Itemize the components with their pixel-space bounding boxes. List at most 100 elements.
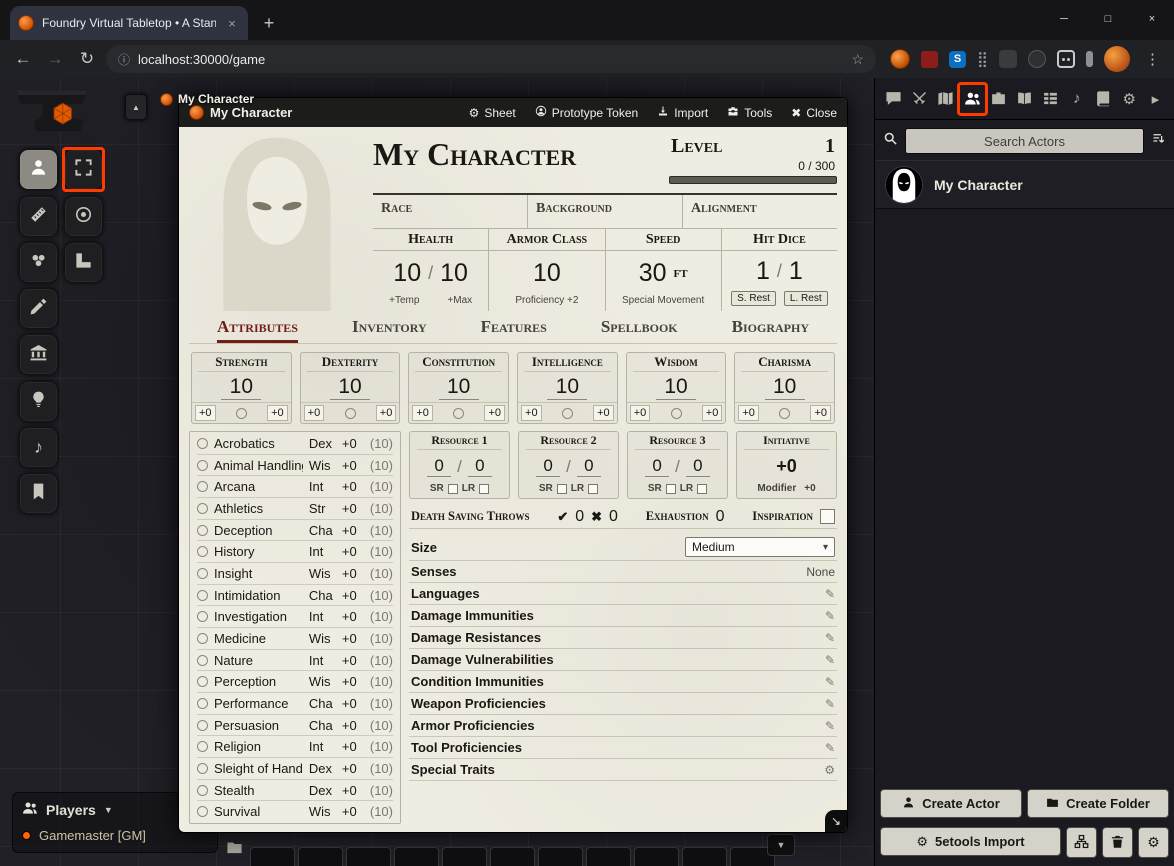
browser-tab[interactable]: Foundry Virtual Tabletop • A Stan × bbox=[10, 6, 248, 40]
character-portrait[interactable] bbox=[189, 129, 365, 311]
special-movement-label[interactable]: Special Movement bbox=[622, 295, 704, 306]
new-tab-button[interactable]: + bbox=[254, 8, 284, 38]
skill-name[interactable]: History bbox=[214, 544, 303, 559]
save-proficiency-toggle[interactable] bbox=[236, 408, 247, 419]
speed-value[interactable]: 30 bbox=[639, 259, 667, 288]
death-success-count[interactable]: 0 bbox=[575, 508, 584, 526]
skill-name[interactable]: Sleight of Hand bbox=[214, 761, 303, 776]
save-proficiency-toggle[interactable] bbox=[779, 408, 790, 419]
extension-slim-icon[interactable] bbox=[1086, 51, 1093, 67]
skill-proficiency-toggle[interactable] bbox=[197, 741, 208, 752]
extension-recorder-icon[interactable] bbox=[1057, 50, 1075, 68]
skill-proficiency-toggle[interactable] bbox=[197, 611, 208, 622]
sort-icon[interactable] bbox=[1151, 131, 1166, 151]
long-rest-button[interactable]: L. Rest bbox=[784, 291, 828, 306]
site-info-icon[interactable]: ⓘ bbox=[118, 51, 130, 68]
tab-journal[interactable] bbox=[1012, 85, 1037, 113]
macro-slot[interactable] bbox=[634, 847, 679, 866]
reload-button[interactable]: ↻ bbox=[74, 46, 100, 72]
import-button[interactable]: Import bbox=[657, 105, 708, 120]
tools-button[interactable]: Tools bbox=[727, 105, 772, 120]
create-folder-button[interactable]: Create Folder bbox=[1027, 789, 1169, 818]
tab-playlists[interactable]: ♪ bbox=[1064, 85, 1089, 113]
skill-row[interactable]: Arcana Int +0 (10) bbox=[197, 476, 393, 498]
config-gear-icon[interactable]: ⚙ bbox=[824, 763, 835, 777]
skill-name[interactable]: Animal Handling bbox=[214, 458, 303, 473]
profile-avatar[interactable] bbox=[1104, 46, 1130, 72]
macro-slot[interactable] bbox=[490, 847, 535, 866]
ability-score[interactable]: 10 bbox=[439, 372, 479, 400]
skill-row[interactable]: Survival Wis +0 (10) bbox=[197, 801, 393, 822]
skill-row[interactable]: Investigation Int +0 (10) bbox=[197, 606, 393, 628]
tab-biography[interactable]: Biography bbox=[732, 317, 809, 343]
short-rest-button[interactable]: S. Rest bbox=[731, 291, 776, 306]
resource-name[interactable]: Resource 1 bbox=[417, 432, 502, 450]
lr-checkbox[interactable] bbox=[588, 484, 598, 494]
ability-score[interactable]: 10 bbox=[330, 372, 370, 400]
edit-icon[interactable]: ✎ bbox=[825, 609, 835, 623]
tab-items[interactable] bbox=[986, 85, 1011, 113]
hotbar-collapse-button[interactable]: ▼ bbox=[767, 834, 795, 856]
save-proficiency-toggle[interactable] bbox=[453, 408, 464, 419]
ability-score[interactable]: 10 bbox=[547, 372, 587, 400]
resource-name[interactable]: Resource 3 bbox=[635, 432, 720, 450]
skill-name[interactable]: Intimidation bbox=[214, 588, 303, 603]
skill-proficiency-toggle[interactable] bbox=[197, 785, 208, 796]
extension-grid-icon[interactable]: ⣿ bbox=[977, 52, 988, 67]
minimize-button[interactable]: ─ bbox=[1042, 0, 1086, 38]
window-titlebar[interactable]: My Character ⚙ Sheet Prototype Token Imp… bbox=[179, 98, 847, 127]
resource-value[interactable]: 0 bbox=[536, 456, 560, 477]
drawing-controls-button[interactable] bbox=[19, 288, 58, 329]
skill-proficiency-toggle[interactable] bbox=[197, 655, 208, 666]
skill-row[interactable]: Deception Cha +0 (10) bbox=[197, 520, 393, 542]
skill-name[interactable]: Arcana bbox=[214, 479, 303, 494]
sr-checkbox[interactable] bbox=[557, 484, 567, 494]
macro-slot[interactable] bbox=[346, 847, 391, 866]
dock-collapse-button[interactable]: ▲ bbox=[125, 94, 147, 120]
save-proficiency-toggle[interactable] bbox=[345, 408, 356, 419]
initiative-label[interactable]: Initiative bbox=[744, 432, 829, 450]
ability-name[interactable]: Constitution bbox=[415, 353, 502, 372]
close-window-button[interactable]: × bbox=[1130, 0, 1174, 38]
hp-current[interactable]: 10 bbox=[393, 259, 421, 288]
wall-controls-button[interactable] bbox=[19, 334, 58, 375]
hit-dice-current[interactable]: 1 bbox=[756, 257, 770, 286]
search-actors-input[interactable] bbox=[905, 128, 1144, 154]
skill-row[interactable]: Intimidation Cha +0 (10) bbox=[197, 585, 393, 607]
edit-icon[interactable]: ✎ bbox=[825, 587, 835, 601]
resource-max[interactable]: 0 bbox=[468, 456, 492, 477]
forward-button[interactable]: → bbox=[42, 46, 68, 72]
skill-proficiency-toggle[interactable] bbox=[197, 481, 208, 492]
hp-max[interactable]: 10 bbox=[440, 259, 468, 288]
tab-settings[interactable]: ⚙ bbox=[1117, 85, 1142, 113]
close-sheet-button[interactable]: ✖ Close bbox=[791, 106, 837, 120]
sidebar-collapse-button[interactable]: ▸ bbox=[1143, 85, 1168, 113]
skill-proficiency-toggle[interactable] bbox=[197, 720, 208, 731]
resource-name[interactable]: Resource 2 bbox=[526, 432, 611, 450]
skill-name[interactable]: Stealth bbox=[214, 783, 303, 798]
macro-slot[interactable] bbox=[682, 847, 727, 866]
browser-menu-icon[interactable]: ⋮ bbox=[1141, 50, 1164, 68]
resource-value[interactable]: 0 bbox=[427, 456, 451, 477]
hp-tempmax-label[interactable]: +Max bbox=[447, 295, 472, 306]
skill-proficiency-toggle[interactable] bbox=[197, 460, 208, 471]
lighting-controls-button[interactable] bbox=[19, 381, 58, 422]
skill-row[interactable]: Stealth Dex +0 (10) bbox=[197, 780, 393, 802]
tab-actors[interactable] bbox=[960, 85, 985, 113]
skill-name[interactable]: Investigation bbox=[214, 609, 303, 624]
skill-row[interactable]: Animal Handling Wis +0 (10) bbox=[197, 455, 393, 477]
ability-name[interactable]: Charisma bbox=[741, 353, 828, 372]
background-field[interactable]: Background bbox=[528, 195, 683, 228]
macro-slot[interactable] bbox=[394, 847, 439, 866]
skill-name[interactable]: Nature bbox=[214, 653, 303, 668]
initiative-value[interactable]: +0 bbox=[776, 450, 797, 483]
edit-icon[interactable]: ✎ bbox=[825, 719, 835, 733]
hp-temp-label[interactable]: +Temp bbox=[389, 295, 419, 306]
skill-name[interactable]: Performance bbox=[214, 696, 303, 711]
race-field[interactable]: Race bbox=[373, 195, 528, 228]
back-button[interactable]: ← bbox=[10, 46, 36, 72]
save-proficiency-toggle[interactable] bbox=[671, 408, 682, 419]
extension-foundry-icon[interactable] bbox=[890, 49, 910, 69]
sr-checkbox[interactable] bbox=[666, 484, 676, 494]
skill-proficiency-toggle[interactable] bbox=[197, 633, 208, 644]
